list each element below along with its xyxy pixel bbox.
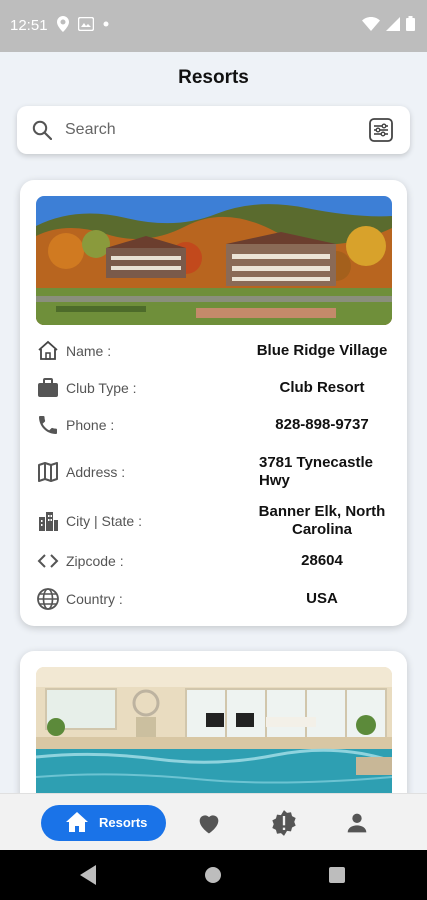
- club-type-label: Club Type :: [66, 380, 137, 396]
- zipcode-row: Zipcode : 28604: [36, 546, 392, 576]
- status-right-icons: [362, 16, 415, 31]
- city-state-value: Banner Elk, North Carolina: [258, 503, 386, 538]
- country-row: Country : USA: [36, 584, 392, 614]
- address-row: Address : 3781 Tynecastle Hwy: [36, 453, 392, 491]
- nav-favorites-tab[interactable]: [195, 809, 223, 837]
- home-button-icon[interactable]: [205, 867, 221, 883]
- heart-icon: [199, 815, 219, 834]
- name-label: Name :: [66, 343, 112, 359]
- signal-icon: [386, 16, 400, 31]
- resort-name-row: Name : Blue Ridge Village: [36, 336, 392, 366]
- search-input[interactable]: [65, 116, 355, 144]
- dot-icon: [103, 21, 109, 27]
- filter-icon[interactable]: [369, 118, 393, 142]
- back-icon[interactable]: [80, 865, 96, 885]
- city-icon: [39, 512, 58, 531]
- home-icon: [66, 812, 88, 832]
- phone-value[interactable]: 828-898-9737: [252, 416, 392, 434]
- bottom-navigation: Resorts: [0, 793, 427, 850]
- city-state-row: City | State : Banner Elk, North Carolin…: [36, 502, 392, 540]
- address-label: Address :: [66, 464, 126, 480]
- map-icon: [38, 462, 58, 482]
- zipcode-value: 28604: [301, 552, 343, 569]
- phone-row[interactable]: Phone : 828-898-9737: [36, 410, 392, 440]
- nav-resorts-tab[interactable]: Resorts: [41, 805, 166, 841]
- code-icon: [37, 554, 59, 568]
- home-outline-icon: [38, 340, 58, 360]
- club-type-value: Club Resort: [279, 379, 365, 396]
- search-icon: [32, 120, 52, 140]
- address-value: 3781 Tynecastle Hwy: [259, 454, 373, 489]
- resort-image: [36, 196, 392, 325]
- status-time: 12:51: [10, 17, 48, 34]
- name-value: Blue Ridge Village: [256, 342, 388, 359]
- wifi-icon: [362, 16, 380, 31]
- page-title: Resorts: [178, 67, 249, 88]
- alert-badge-icon: [272, 810, 296, 836]
- location-icon: [57, 16, 69, 32]
- briefcase-icon: [38, 378, 58, 397]
- recent-apps-icon[interactable]: [329, 867, 345, 883]
- nav-resorts-label: Resorts: [99, 815, 148, 830]
- image-icon: [78, 17, 94, 31]
- nav-alerts-tab[interactable]: [270, 809, 298, 837]
- zipcode-label: Zipcode :: [66, 553, 124, 569]
- phone-label: Phone :: [66, 417, 115, 433]
- country-value: USA: [306, 590, 338, 607]
- status-bar: 12:51: [0, 0, 427, 52]
- search-bar[interactable]: [17, 106, 410, 154]
- status-left-icons: [57, 16, 109, 32]
- system-navigation-bar: [0, 850, 427, 900]
- country-label: Country :: [66, 591, 123, 607]
- globe-icon: [37, 588, 59, 610]
- club-type-row: Club Type : Club Resort: [36, 373, 392, 403]
- city-state-label: City | State :: [66, 513, 142, 529]
- nav-profile-tab[interactable]: [343, 809, 371, 837]
- battery-icon: [406, 16, 415, 31]
- resort-card[interactable]: Name : Blue Ridge Village Club Type : Cl…: [20, 180, 407, 626]
- phone-icon: [39, 416, 57, 434]
- person-icon: [347, 813, 367, 833]
